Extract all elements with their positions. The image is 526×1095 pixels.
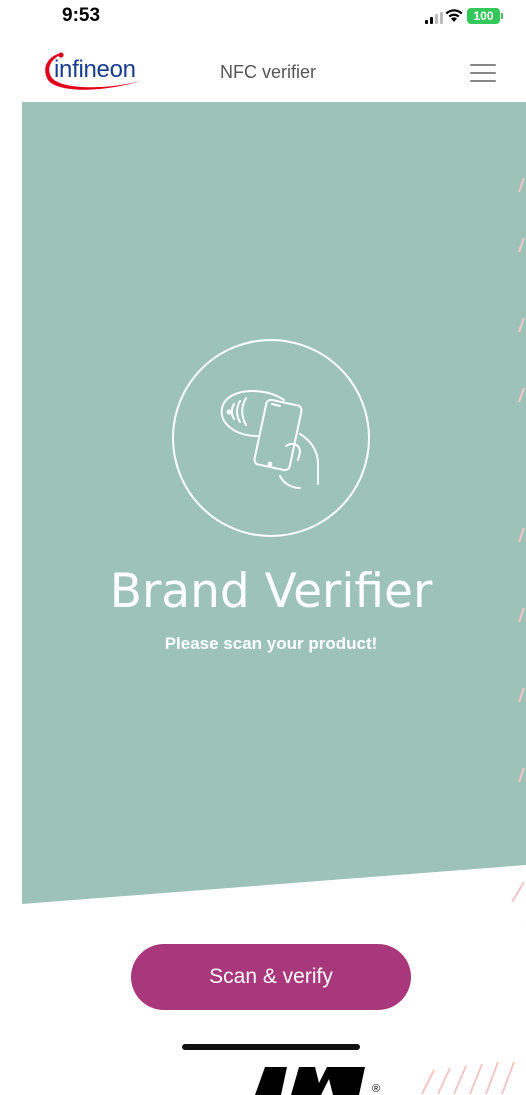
battery-tip — [501, 13, 503, 19]
nfc-phone-scan-icon — [220, 390, 319, 489]
status-bar: 9:53 100 — [0, 0, 526, 40]
infineon-logo[interactable]: infineon — [40, 48, 152, 94]
battery-indicator: 100 — [467, 8, 500, 24]
partial-brand-logo — [255, 1067, 365, 1095]
hero-title: Brand Verifier — [109, 564, 433, 619]
logo-text: infineon — [54, 56, 136, 83]
page-title: NFC verifier — [220, 62, 317, 82]
hero-panel: Brand Verifier Please scan your product! — [0, 102, 526, 922]
cellular-signal-icon — [425, 12, 443, 24]
home-indicator — [182, 1044, 360, 1050]
hero-subtitle: Please scan your product! — [164, 634, 378, 653]
wifi-icon — [445, 9, 463, 22]
registered-mark: ® — [372, 1083, 381, 1095]
status-time: 9:53 — [62, 5, 101, 26]
scan-verify-button[interactable]: Scan & verify — [131, 944, 411, 1010]
app-header: infineon NFC verifier — [0, 40, 526, 102]
decorative-lines — [421, 1061, 515, 1095]
hamburger-menu-icon[interactable] — [470, 64, 496, 82]
